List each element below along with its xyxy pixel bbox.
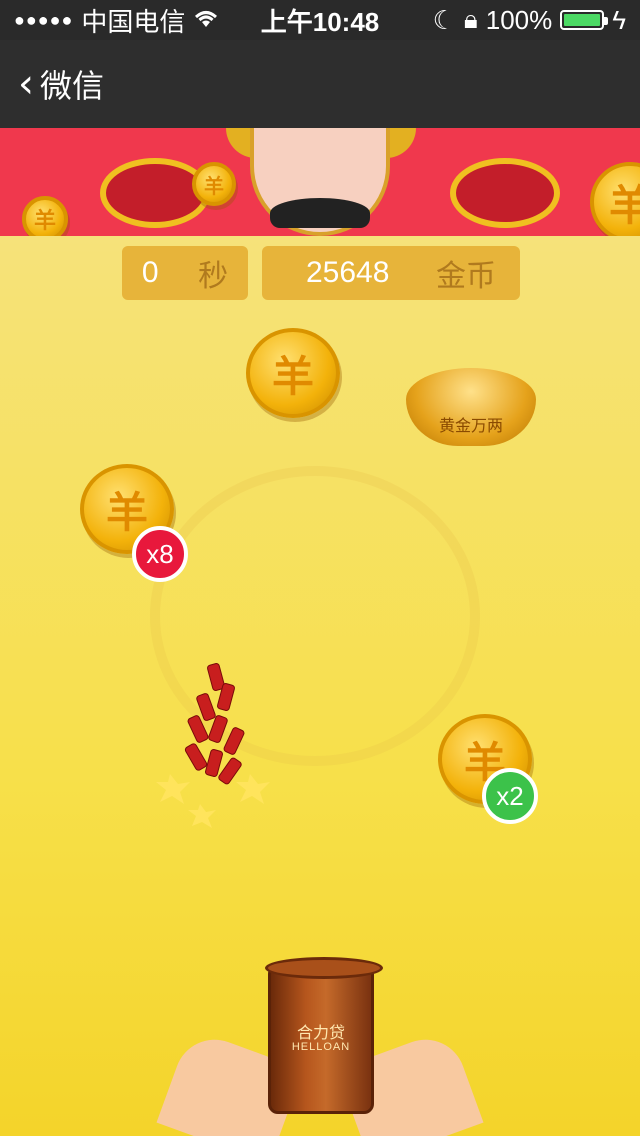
collector-bucket[interactable]: 合力贷 HELLOAN xyxy=(265,957,383,1114)
wifi-icon xyxy=(193,5,219,36)
back-button[interactable]: ‹ 微信 xyxy=(18,61,104,107)
status-bar: ●●●●● 中国电信 上午10:48 ☾ 🔒︎ 100% ϟ xyxy=(0,0,640,40)
ingot-label: 黄金万两 xyxy=(438,416,503,435)
falling-coin[interactable]: 羊 xyxy=(246,328,340,418)
banner-coin: 羊 xyxy=(22,196,68,236)
timer-unit: 秒 xyxy=(198,260,229,293)
status-right: ☾ 🔒︎ 100% ϟ xyxy=(433,4,626,36)
multiplier-badge: x8 xyxy=(132,526,188,582)
back-label: 微信 xyxy=(40,68,105,104)
coin-count-value: 25648 xyxy=(306,256,390,289)
bucket-rim xyxy=(265,957,383,979)
nav-bar: ‹ 微信 xyxy=(0,40,640,128)
timer-display: 0 秒 xyxy=(122,246,248,300)
gold-ingot[interactable]: 黄金万两 xyxy=(406,368,536,446)
timer-value: 0 xyxy=(141,256,159,289)
firecracker-icon[interactable] xyxy=(150,654,320,834)
battery-icon xyxy=(560,10,609,30)
gem-ornament-right xyxy=(450,158,560,228)
mustache xyxy=(270,198,370,228)
moon-icon: ☾ xyxy=(432,4,456,35)
battery-percent: 100% xyxy=(485,4,553,35)
multiplier-badge: x2 xyxy=(482,768,538,824)
banner-coin: 羊 xyxy=(192,162,236,206)
charging-icon: ϟ xyxy=(612,4,626,35)
status-left: ●●●●● 中国电信 xyxy=(14,2,219,39)
banner-coin: 羊 xyxy=(590,162,640,236)
god-of-wealth-banner: 羊 羊 羊 xyxy=(0,128,640,236)
game-area[interactable]: 0 秒 25648 金币 羊 黄金万两 羊 x8 羊 x2 合力贷 HELLOA… xyxy=(0,236,640,1136)
signal-icon: ●●●●● xyxy=(14,9,74,30)
chevron-left-icon: ‹ xyxy=(18,61,34,107)
bucket-logo-en: HELLOAN xyxy=(291,1041,351,1053)
battery-fill xyxy=(564,14,601,26)
rotation-lock-icon: 🔒︎ xyxy=(463,4,478,34)
bucket-logo: 合力贷 xyxy=(296,1025,345,1042)
carrier-label: 中国电信 xyxy=(81,6,186,37)
coin-counter: 25648 金币 xyxy=(262,246,520,300)
coin-count-unit: 金币 xyxy=(436,260,496,293)
